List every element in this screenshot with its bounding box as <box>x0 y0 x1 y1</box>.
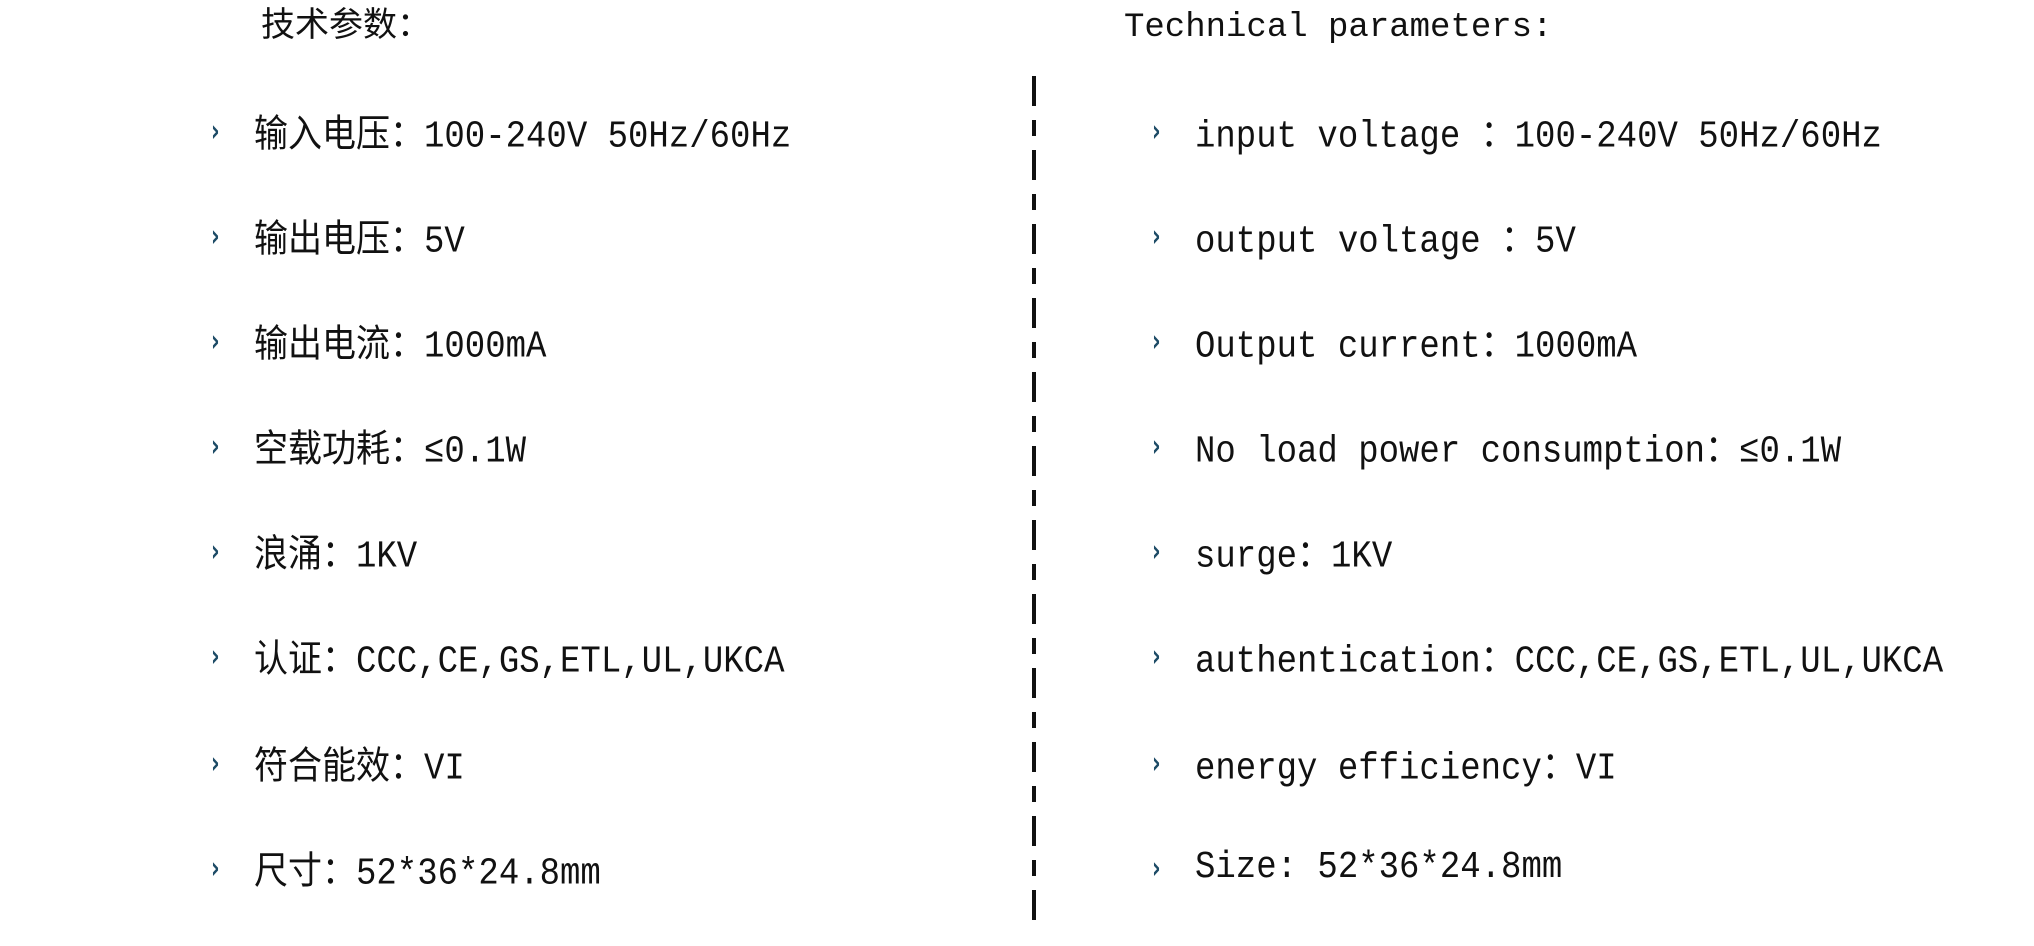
param-text: Size: 52*36*24.8mm <box>1195 846 1563 890</box>
chevron-right-icon: › <box>1152 638 1161 674</box>
param-item: › No load power consumption：≤0.1W <box>1152 424 1841 475</box>
param-item: › 输入电压：100-240V 50Hz/60Hz <box>211 109 791 160</box>
param-text: authentication：CCC,CE,GS,ETL,UL,UKCA <box>1195 641 1944 684</box>
chevron-right-icon: › <box>1152 533 1161 569</box>
chevron-right-icon: › <box>1152 850 1161 886</box>
param-text: 输入电压：100-240V 50Hz/60Hz <box>254 116 792 159</box>
param-item: › 输出电压：5V <box>211 214 465 265</box>
param-item: › authentication：CCC,CE,GS,ETL,UL,UKCA <box>1152 634 1943 685</box>
param-item: › energy efficiency：VI <box>1152 741 1617 792</box>
param-text: Output current：1000mA <box>1195 326 1638 369</box>
chevron-right-icon: › <box>1152 745 1161 781</box>
chevron-right-icon: › <box>211 428 220 464</box>
left-title: 技术参数： <box>261 9 431 47</box>
param-text: 符合能效：VI <box>254 748 465 791</box>
chevron-right-icon: › <box>211 850 220 886</box>
param-text: output voltage ：5V <box>1195 221 1576 264</box>
right-title: Technical parameters: <box>1124 9 1553 47</box>
chevron-right-icon: › <box>1152 218 1161 254</box>
param-item: › 认证：CCC,CE,GS,ETL,UL,UKCA <box>211 634 784 685</box>
chevron-right-icon: › <box>1152 113 1161 149</box>
param-item: › output voltage ：5V <box>1152 214 1576 265</box>
param-text: 尺寸：52*36*24.8mm <box>254 853 601 896</box>
param-item: › input voltage ：100-240V 50Hz/60Hz <box>1152 109 1882 160</box>
chevron-right-icon: › <box>211 638 220 674</box>
param-item: › Output current：1000mA <box>1152 319 1637 370</box>
param-item: › surge：1KV <box>1152 529 1392 580</box>
param-text: 输出电流：1000mA <box>254 326 547 369</box>
param-text: surge：1KV <box>1195 536 1393 579</box>
param-item: › 符合能效：VI <box>211 741 465 792</box>
chevron-right-icon: › <box>1152 428 1161 464</box>
chevron-right-icon: › <box>211 218 220 254</box>
chevron-right-icon: › <box>211 113 220 149</box>
param-item: › 浪涌：1KV <box>211 529 417 580</box>
param-item: › 尺寸：52*36*24.8mm <box>211 846 601 897</box>
param-text: 空载功耗：≤0.1W <box>254 431 527 474</box>
dashed-divider <box>1032 76 1036 922</box>
param-item: › 空载功耗：≤0.1W <box>211 424 526 475</box>
chevron-right-icon: › <box>211 745 220 781</box>
param-text: No load power consumption：≤0.1W <box>1195 431 1842 474</box>
chevron-right-icon: › <box>211 323 220 359</box>
chevron-right-icon: › <box>1152 323 1161 359</box>
param-text: 输出电压：5V <box>254 221 465 264</box>
chevron-right-icon: › <box>211 533 220 569</box>
param-item: › 输出电流：1000mA <box>211 319 546 370</box>
param-text: input voltage ：100-240V 50Hz/60Hz <box>1195 116 1882 159</box>
param-text: 浪涌：1KV <box>254 536 418 579</box>
param-text: 认证：CCC,CE,GS,ETL,UL,UKCA <box>254 641 785 684</box>
param-item: › Size: 52*36*24.8mm <box>1152 846 1562 890</box>
param-text: energy efficiency：VI <box>1195 748 1617 791</box>
